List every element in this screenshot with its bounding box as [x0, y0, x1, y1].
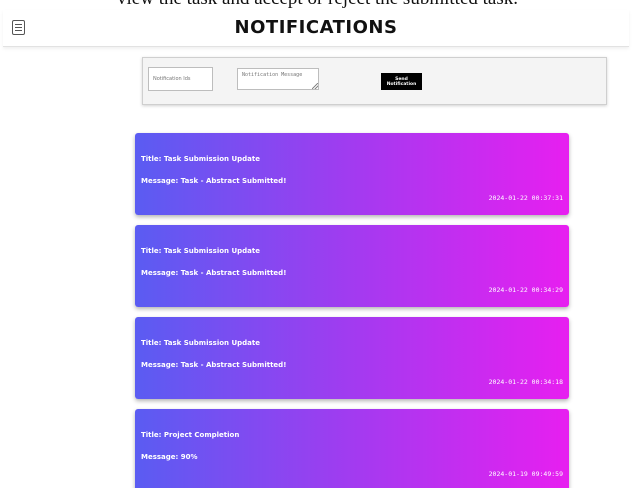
notification-message: Message: Task - Abstract Submitted! — [141, 177, 287, 185]
notification-message: Message: Task - Abstract Submitted! — [141, 269, 287, 277]
caption-text: view the task and accept or reject the s… — [0, 0, 635, 10]
notification-title: Title: Task Submission Update — [141, 155, 260, 163]
notification-card: Title: Task Submission Update Message: T… — [135, 133, 569, 215]
send-notification-form: Send Notification — [142, 57, 607, 105]
notification-card: Title: Task Submission Update Message: T… — [135, 225, 569, 307]
notification-timestamp: 2024-01-22 00:34:29 — [488, 286, 563, 294]
page-title: NOTIFICATIONS — [234, 17, 398, 38]
notification-timestamp: 2024-01-22 00:37:31 — [488, 194, 563, 202]
notification-timestamp: 2024-01-22 00:34:18 — [488, 378, 563, 386]
notification-card: Title: Task Submission Update Message: T… — [135, 317, 569, 399]
notification-message: Message: Task - Abstract Submitted! — [141, 361, 287, 369]
textarea-resize-handle[interactable] — [312, 83, 318, 89]
notification-timestamp: 2024-01-19 09:49:59 — [488, 470, 563, 478]
notification-list: Title: Task Submission Update Message: T… — [135, 133, 569, 488]
notification-title: Title: Project Completion — [141, 431, 240, 439]
notification-ids-input[interactable] — [148, 67, 213, 91]
top-bar: NOTIFICATIONS — [3, 10, 629, 47]
notification-title: Title: Task Submission Update — [141, 247, 260, 255]
send-notification-button[interactable]: Send Notification — [381, 73, 422, 90]
notification-message-input[interactable] — [237, 68, 319, 90]
notification-message: Message: 90% — [141, 453, 198, 461]
notification-card: Title: Project Completion Message: 90% 2… — [135, 409, 569, 488]
notification-title: Title: Task Submission Update — [141, 339, 260, 347]
